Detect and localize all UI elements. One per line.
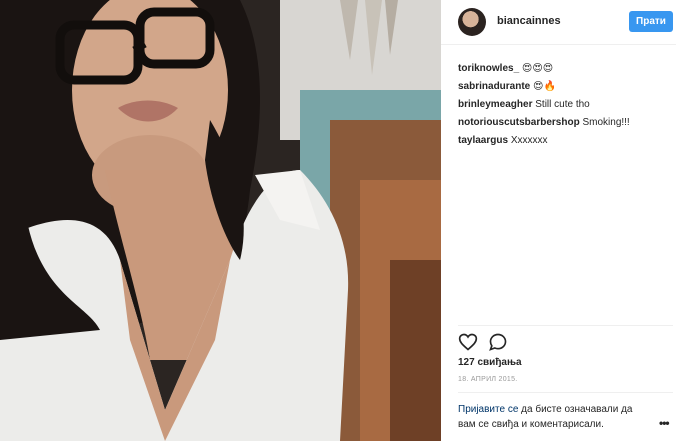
comment-item: toriknowles_ 😍😍😍 [458,60,673,78]
comment-item: taylaargus Xxxxxxx [458,132,673,150]
post-username[interactable]: biancainnes [497,15,561,27]
instagram-post: biancainnes Прати toriknowles_ 😍😍😍 sabri… [0,0,688,441]
follow-button[interactable]: Прати [629,11,673,32]
avatar[interactable] [458,8,486,36]
selfie-image [0,0,441,441]
comment-icon[interactable] [488,332,508,352]
comment-author[interactable]: notoriouscutsbarbershop [458,117,580,128]
like-count[interactable]: 127 свиђања [458,357,522,368]
comment-text: 😍🔥 [533,81,556,92]
comment-item: sabrinadurante 😍🔥 [458,78,673,96]
comment-text: Xxxxxxx [510,135,548,146]
comment-text: Smoking!!! [582,117,630,128]
post-photo[interactable] [0,0,441,441]
heart-icon[interactable] [458,332,478,352]
comment-item: brinleymeagher Still cute tho [458,96,673,114]
post-sidebar: biancainnes Прати toriknowles_ 😍😍😍 sabri… [441,0,688,441]
comment-list: toriknowles_ 😍😍😍 sabrinadurante 😍🔥 brinl… [458,60,673,150]
actions-divider [458,325,673,326]
comment-author[interactable]: taylaargus [458,135,508,146]
login-link[interactable]: Пријавите се [458,404,518,415]
post-date[interactable]: 18. АПРИЛ 2015. [458,376,518,383]
more-options-icon[interactable]: ••• [659,416,670,430]
comment-author[interactable]: sabrinadurante [458,81,530,92]
comment-author[interactable]: brinleymeagher [458,99,532,110]
comment-item: notoriouscutsbarbershop Smoking!!! [458,114,673,132]
footer-divider [458,392,673,393]
post-header: biancainnes Прати [441,0,676,45]
login-prompt: Пријавите се да бисте означавали да вам … [458,402,648,432]
comment-text: 😍😍😍 [521,63,554,74]
comment-author[interactable]: toriknowles_ [458,63,519,74]
comment-text: Still cute tho [535,99,590,110]
